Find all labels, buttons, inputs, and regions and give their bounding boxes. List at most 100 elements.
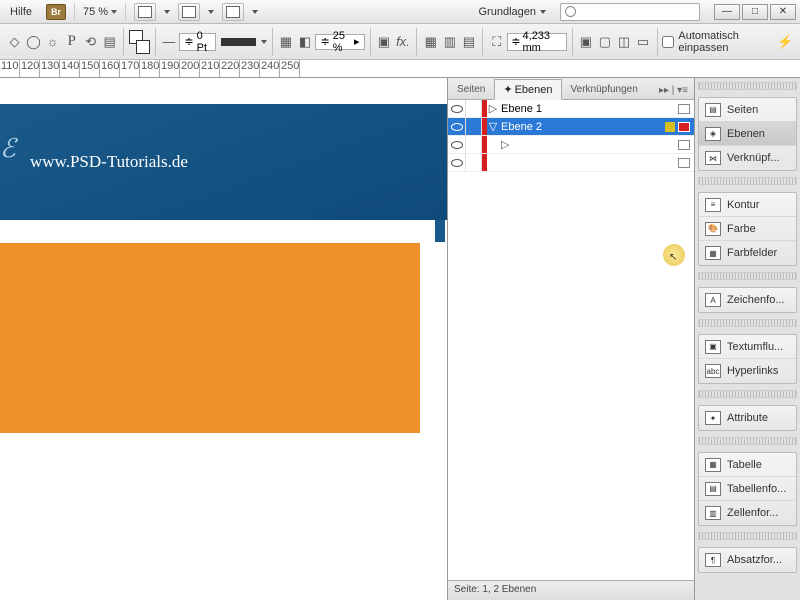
select-indicator[interactable] — [678, 140, 690, 150]
wrap-icon-3[interactable]: ☼ — [44, 32, 61, 52]
grid-icon-3[interactable]: ▤ — [460, 32, 477, 52]
expand-triangle-icon[interactable]: ▷ — [487, 102, 499, 115]
text-icon[interactable]: P — [63, 32, 80, 52]
panel-icon: ▥ — [705, 506, 721, 520]
measure-input[interactable]: ≑4,233 mm — [507, 33, 566, 51]
dock-item-seiten[interactable]: ▤Seiten — [699, 98, 796, 122]
grid-icon-2[interactable]: ▥ — [441, 32, 458, 52]
workspace-switcher[interactable]: Grundlagen — [473, 6, 553, 18]
help-menu[interactable]: Hilfe — [4, 6, 38, 18]
select-indicator[interactable] — [678, 104, 690, 114]
tab-ebenen[interactable]: ✦Ebenen — [494, 79, 561, 100]
group-collapse-handle[interactable] — [698, 82, 797, 90]
select-indicator[interactable] — [678, 122, 690, 132]
visibility-icon[interactable] — [448, 100, 466, 117]
dock-item-textumflu[interactable]: ▣Textumflu... — [699, 335, 796, 359]
layer-row[interactable]: ▷ — [448, 136, 694, 154]
visibility-icon[interactable] — [448, 136, 466, 153]
fit-icon-3[interactable]: ◫ — [615, 32, 632, 52]
panel-label: Seiten — [727, 104, 758, 116]
opacity-input[interactable]: ≑25 %▸ — [315, 34, 364, 50]
zoom-level[interactable]: 75 % — [83, 6, 117, 18]
dock-item-kontur[interactable]: ≡Kontur — [699, 193, 796, 217]
panel-label: Tabelle — [727, 459, 762, 471]
flip-icon[interactable]: ▤ — [101, 32, 118, 52]
group-collapse-handle[interactable] — [698, 177, 797, 185]
gradient-icon[interactable]: ▦ — [277, 32, 294, 52]
group-collapse-handle[interactable] — [698, 390, 797, 398]
group-collapse-handle[interactable] — [698, 532, 797, 540]
screen-mode-icon[interactable] — [134, 3, 156, 21]
fit-icon-2[interactable]: ▢ — [596, 32, 613, 52]
dock-item-attribute[interactable]: ✦Attribute — [699, 406, 796, 430]
panel-label: Ebenen — [727, 128, 765, 140]
panel-icon: ¶ — [705, 553, 721, 567]
panel-icon: ≡ — [705, 198, 721, 212]
ruler-tick: 250 — [280, 60, 300, 77]
dock-item-farbe[interactable]: 🎨Farbe — [699, 217, 796, 241]
group-collapse-handle[interactable] — [698, 319, 797, 327]
dock-item-zellenfor[interactable]: ▥Zellenfor... — [699, 501, 796, 525]
expand-triangle-icon[interactable]: ▷ — [487, 138, 501, 151]
grid-icon-1[interactable]: ▦ — [422, 32, 439, 52]
expand-triangle-icon[interactable]: ▽ — [487, 120, 499, 133]
lock-cell[interactable] — [466, 118, 482, 135]
ruler-tick: 130 — [40, 60, 60, 77]
autofit-checkbox[interactable]: Automatisch einpassen — [662, 30, 773, 54]
tab-verknuepfungen[interactable]: Verknüpfungen — [562, 80, 647, 99]
fill-stroke-swatch[interactable] — [129, 30, 149, 54]
dock-item-ebenen[interactable]: ◈ Ebenen — [699, 122, 796, 146]
dock-item-hyperlinks[interactable]: abcHyperlinks — [699, 359, 796, 383]
ruler-tick: 150 — [80, 60, 100, 77]
maximize-button[interactable]: □ — [742, 4, 768, 20]
opacity-icon[interactable]: ◧ — [296, 32, 313, 52]
effects-icon[interactable]: fx. — [394, 32, 411, 52]
lock-cell[interactable] — [466, 154, 482, 171]
dock-item-tabelle[interactable]: ▦Tabelle — [699, 453, 796, 477]
panel-icon: ◈ — [705, 127, 721, 141]
layer-row[interactable]: ▷Ebene 1 — [448, 100, 694, 118]
search-input[interactable] — [560, 3, 700, 21]
layer-row[interactable]: ▽Ebene 2 — [448, 118, 694, 136]
group-collapse-handle[interactable] — [698, 437, 797, 445]
select-indicator[interactable] — [678, 158, 690, 168]
tab-seiten[interactable]: Seiten — [448, 80, 494, 99]
layer-row[interactable] — [448, 154, 694, 172]
arrange-icon[interactable] — [178, 3, 200, 21]
fit-icon-4[interactable]: ▭ — [634, 32, 651, 52]
stroke-preview[interactable] — [221, 38, 255, 46]
stroke-style-icon[interactable]: — — [160, 32, 177, 52]
dock-group: AZeichenfo... — [698, 287, 797, 313]
rotate-icon[interactable]: ⟲ — [82, 32, 99, 52]
visibility-icon[interactable] — [448, 154, 466, 171]
dock-item-zeichenfo[interactable]: AZeichenfo... — [699, 288, 796, 312]
minimize-button[interactable]: — — [714, 4, 740, 20]
view-options-icon[interactable] — [222, 3, 244, 21]
fit-icon-1[interactable]: ▣ — [577, 32, 594, 52]
document-canvas[interactable]: ℰ www.PSD-Tutorials.de — [0, 78, 447, 600]
lock-cell[interactable] — [466, 100, 482, 117]
bridge-icon[interactable]: Br — [46, 4, 66, 20]
group-collapse-handle[interactable] — [698, 272, 797, 280]
crop-icon[interactable]: ⛶ — [488, 32, 505, 52]
dock-item-verknpf[interactable]: ⋈Verknüpf... — [699, 146, 796, 170]
panel-expand-icon[interactable]: ▸▸ | ▾≡ — [653, 82, 694, 99]
dock-item-tabellenfo[interactable]: ▤Tabellenfo... — [699, 477, 796, 501]
ruler-tick: 140 — [60, 60, 80, 77]
dock-item-farbfelder[interactable]: ▦Farbfelder — [699, 241, 796, 265]
corner-icon[interactable]: ▣ — [375, 32, 392, 52]
panel-icon: abc — [705, 364, 721, 378]
lock-cell[interactable] — [466, 136, 482, 153]
close-button[interactable]: ✕ — [770, 4, 796, 20]
banner-frame[interactable]: ℰ www.PSD-Tutorials.de — [0, 104, 447, 220]
layer-name[interactable]: Ebene 1 — [499, 103, 678, 115]
flyout-icon[interactable]: ⚡ — [777, 32, 794, 52]
stroke-weight-input[interactable]: ≑0 Pt — [179, 33, 216, 51]
orange-rectangle[interactable] — [0, 243, 420, 433]
menu-bar: Hilfe Br 75 % Grundlagen — □ ✕ — [0, 0, 800, 24]
wrap-icon-1[interactable]: ◇ — [6, 32, 23, 52]
layer-name[interactable]: Ebene 2 — [499, 121, 665, 133]
visibility-icon[interactable] — [448, 118, 466, 135]
wrap-icon-2[interactable]: ◯ — [25, 32, 42, 52]
dock-item-absatzfor[interactable]: ¶Absatzfor... — [699, 548, 796, 572]
